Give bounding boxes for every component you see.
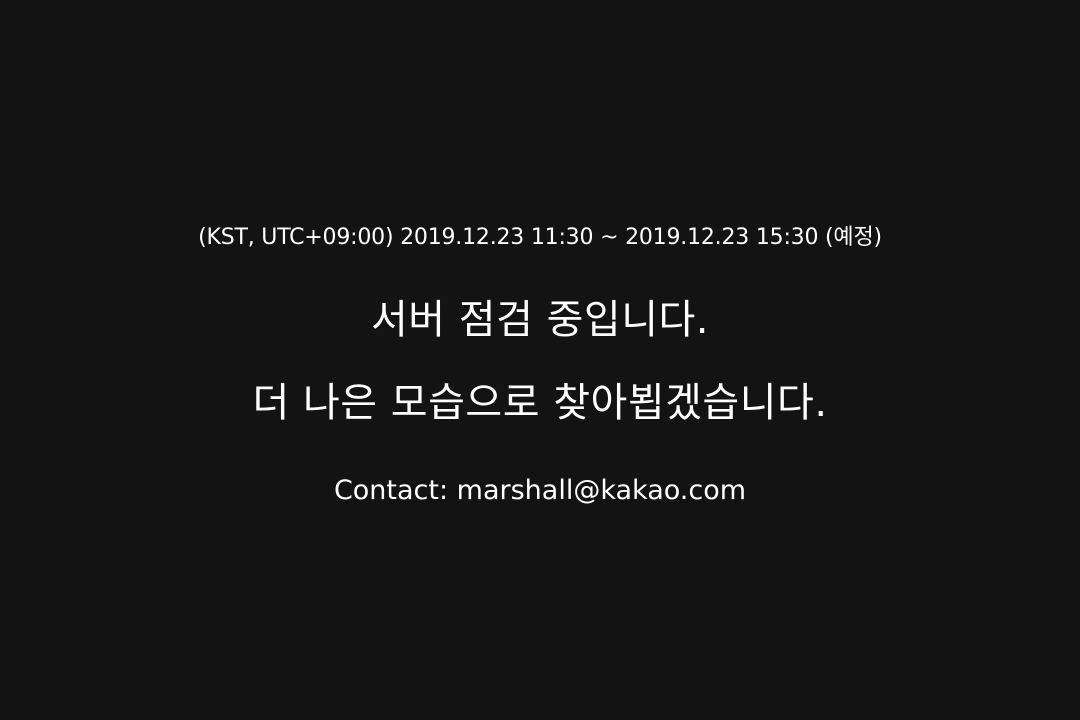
- maintenance-headline: 서버 점검 중입니다.: [370, 297, 710, 343]
- maintenance-schedule: (KST, UTC+09:00) 2019.12.23 11:30 ~ 2019…: [198, 225, 882, 250]
- maintenance-subheadline: 더 나은 모습으로 찾아뵙겠습니다.: [252, 380, 828, 426]
- contact-info: Contact: marshall@kakao.com: [333, 475, 747, 506]
- maintenance-notice: (KST, UTC+09:00) 2019.12.23 11:30 ~ 2019…: [0, 0, 1080, 720]
